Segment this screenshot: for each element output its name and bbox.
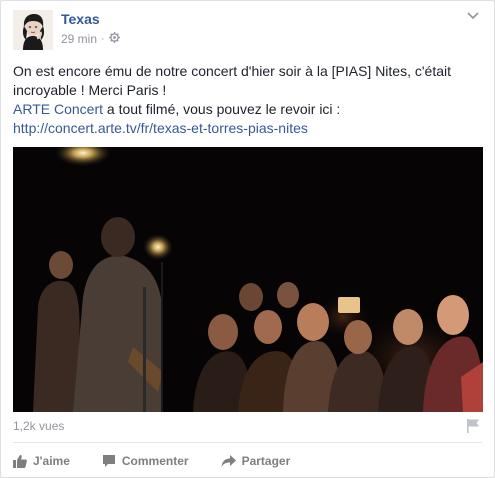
comment-label: Commenter (121, 454, 189, 468)
video-player[interactable] (13, 147, 483, 412)
post-card: Texas 29 min · On est encore ému de notr… (0, 0, 495, 478)
share-icon (221, 455, 236, 467)
globe-icon[interactable] (108, 32, 120, 46)
like-label: J'aime (33, 454, 70, 468)
chevron-down-icon[interactable] (465, 10, 481, 22)
mention-link[interactable]: ARTE Concert (13, 101, 103, 117)
concert-url-link[interactable]: http://concert.arte.tv/fr/texas-et-torre… (13, 120, 308, 136)
thumbs-up-icon (13, 455, 27, 468)
like-button[interactable]: J'aime (13, 454, 70, 468)
video-frame (13, 147, 483, 412)
comment-button[interactable]: Commenter (102, 454, 189, 468)
post-header: Texas 29 min · (13, 10, 483, 52)
page-name-link[interactable]: Texas (61, 11, 100, 27)
post-actions: J'aime Commenter Partager (13, 450, 322, 472)
post-meta: 29 min · (61, 32, 120, 46)
flag-icon[interactable] (466, 418, 480, 434)
share-button[interactable]: Partager (221, 454, 291, 468)
share-label: Partager (241, 454, 291, 468)
comment-icon (102, 455, 115, 467)
post-timestamp[interactable]: 29 min (61, 32, 97, 46)
view-count: 1,2k vues (13, 419, 65, 433)
page-avatar[interactable] (13, 10, 53, 50)
post-text-line1: On est encore ému de notre concert d'hie… (13, 63, 451, 98)
avatar-image (13, 10, 53, 50)
post-text-line2-rest: a tout filmé, vous pouvez le revoir ici … (103, 101, 341, 117)
post-text-line2: ARTE Concert a tout filmé, vous pouvez l… (13, 100, 483, 119)
actions-divider (13, 442, 482, 443)
meta-separator: · (101, 33, 105, 45)
post-text: On est encore ému de notre concert d'hie… (13, 62, 483, 138)
